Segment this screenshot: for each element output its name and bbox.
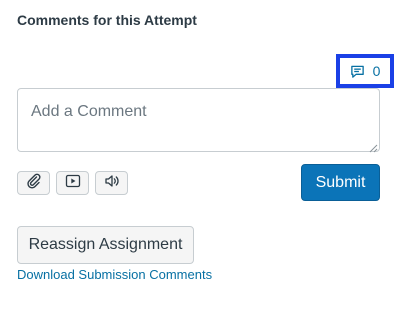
speaker-icon: [104, 173, 120, 194]
download-comments-link[interactable]: Download Submission Comments: [17, 267, 212, 282]
comment-input[interactable]: [17, 88, 380, 152]
comment-count-button[interactable]: 0: [336, 54, 394, 88]
reassign-assignment-button[interactable]: Reassign Assignment: [17, 226, 194, 264]
section-title: Comments for this Attempt: [17, 12, 197, 28]
submit-button[interactable]: Submit: [301, 164, 380, 201]
comment-icon: [350, 64, 365, 79]
video-icon: [65, 174, 81, 193]
record-video-button[interactable]: [56, 171, 89, 195]
comment-count: 0: [372, 63, 381, 79]
resize-grip-icon[interactable]: [368, 140, 378, 153]
attach-file-button[interactable]: [17, 171, 50, 195]
paperclip-icon: [26, 173, 42, 194]
record-audio-button[interactable]: [95, 171, 128, 195]
